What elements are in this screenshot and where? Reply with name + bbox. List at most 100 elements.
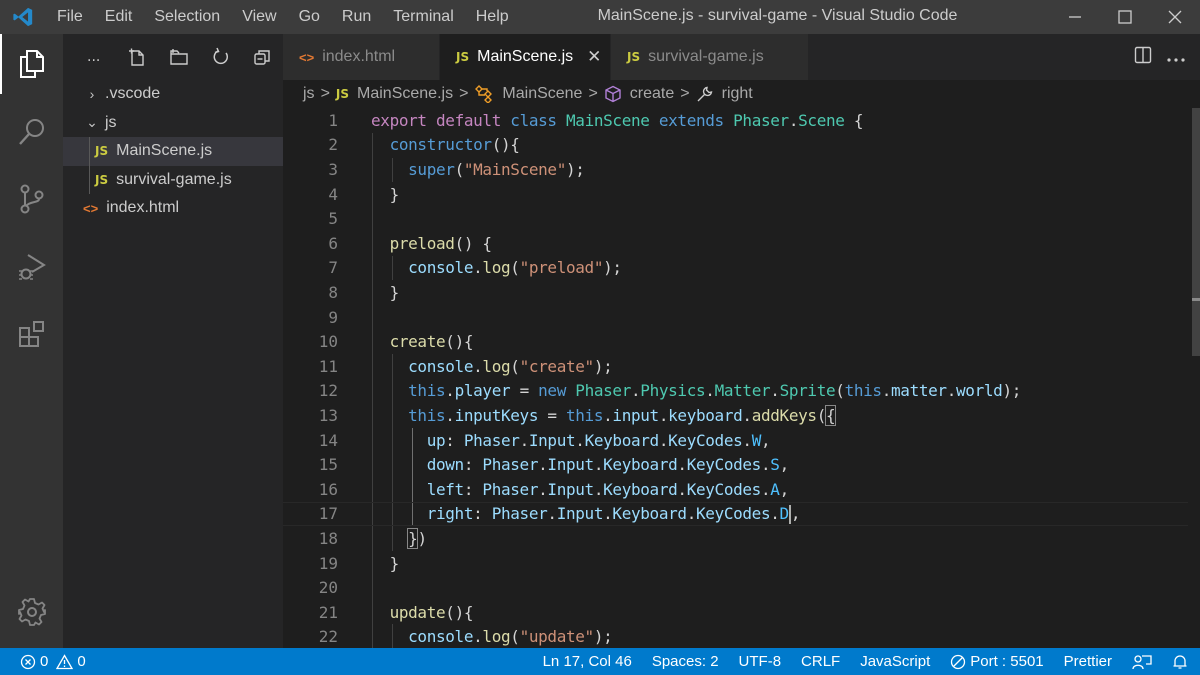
line-number: 3	[328, 159, 338, 179]
tab-survival-game-js[interactable]: JS survival-game.js	[611, 34, 809, 80]
breadcrumb-label: MainScene.js	[357, 85, 454, 102]
extensions-icon	[18, 321, 44, 347]
files-icon	[19, 50, 44, 78]
tree-file-mainscene[interactable]: JS MainScene.js	[63, 137, 283, 166]
menu-run[interactable]: Run	[331, 0, 382, 34]
tree-item-label: .vscode	[105, 85, 161, 103]
menu-file[interactable]: File	[46, 0, 94, 34]
tree-folder-js[interactable]: ⌄ js	[63, 109, 283, 138]
activity-bar	[0, 34, 63, 648]
activity-run-debug[interactable]	[0, 237, 63, 297]
end-of-line[interactable]: CRLF	[791, 653, 850, 670]
tree-item-label: MainScene.js	[116, 142, 213, 160]
line-number: 18	[318, 528, 338, 548]
code-line: 22 console.log("update");	[283, 625, 1188, 650]
live-share-icon	[1132, 654, 1152, 669]
code-editor[interactable]: 1 export default class MainScene extends…	[283, 108, 1200, 648]
tab-label: survival-game.js	[648, 48, 764, 65]
line-number: 4	[328, 184, 338, 204]
line-number: 20	[318, 578, 338, 598]
activity-source-control[interactable]	[0, 169, 63, 229]
code-line: 3 super("MainScene");	[283, 157, 1188, 182]
activity-search[interactable]	[0, 102, 63, 162]
code-line: 9	[283, 305, 1188, 330]
live-share-button[interactable]	[1122, 654, 1162, 670]
method-cube-icon	[604, 85, 622, 103]
refresh-button[interactable]	[200, 42, 242, 72]
js-file-icon: JS	[335, 87, 350, 101]
tree-folder-vscode[interactable]: › .vscode	[63, 80, 283, 109]
tab-label: MainScene.js	[477, 48, 574, 65]
line-number: 2	[328, 135, 338, 155]
breadcrumb-property[interactable]: right	[696, 85, 753, 103]
prettier-formatter[interactable]: Prettier	[1054, 653, 1122, 670]
menu-terminal[interactable]: Terminal	[382, 0, 464, 34]
breadcrumb-file[interactable]: JS MainScene.js	[336, 85, 453, 103]
menu-edit[interactable]: Edit	[94, 0, 144, 34]
status-bar: 0 0 Ln 17, Col 46 Spaces: 2 UTF-8 CRLF J…	[0, 648, 1200, 675]
breadcrumb-separator: >	[588, 85, 598, 102]
warning-icon	[56, 653, 74, 669]
activity-explorer[interactable]	[0, 34, 63, 94]
close-window-button[interactable]	[1150, 0, 1200, 34]
line-number: 12	[318, 381, 338, 401]
code-line: 1 export default class MainScene extends…	[283, 108, 1188, 133]
maximize-button[interactable]	[1100, 0, 1150, 34]
line-number: 7	[328, 258, 338, 278]
activity-settings[interactable]	[0, 582, 63, 642]
menu-view[interactable]: View	[231, 0, 287, 34]
tree-file-index-html[interactable]: <> index.html	[63, 194, 283, 223]
code-line: 7 console.log("preload");	[283, 256, 1188, 281]
tree-file-survival-game[interactable]: JS survival-game.js	[63, 165, 283, 194]
html-file-icon: <>	[299, 49, 315, 65]
live-server-port[interactable]: Port : 5501	[940, 653, 1053, 670]
close-tab-button[interactable]: ✕	[587, 47, 601, 67]
js-file-icon: JS	[95, 144, 109, 159]
new-file-icon	[129, 48, 145, 66]
menu-help[interactable]: Help	[465, 0, 520, 34]
line-number: 10	[318, 332, 338, 352]
collapse-all-button[interactable]	[241, 42, 283, 72]
code-line: 20	[283, 575, 1188, 600]
gear-icon	[17, 598, 46, 626]
indent-guide	[89, 165, 90, 194]
breadcrumb-label: js	[303, 85, 315, 102]
more-actions-button[interactable]	[1166, 48, 1186, 67]
breadcrumb-class[interactable]: MainScene	[474, 85, 582, 103]
wrench-icon	[696, 85, 714, 103]
activity-extensions[interactable]	[0, 304, 63, 364]
tree-item-label: survival-game.js	[116, 170, 232, 188]
collapse-all-icon	[254, 50, 270, 65]
menu-go[interactable]: Go	[288, 0, 331, 34]
problems-indicator[interactable]: 0 0	[0, 653, 86, 670]
warning-count: 0	[77, 653, 86, 670]
encoding[interactable]: UTF-8	[729, 653, 792, 670]
vertical-scrollbar[interactable]	[1190, 108, 1200, 648]
split-editor-icon	[1134, 46, 1152, 64]
minimize-button[interactable]	[1050, 0, 1100, 34]
tab-label: index.html	[322, 48, 396, 65]
line-number: 15	[318, 455, 338, 475]
code-line: 13 this.inputKeys = this.input.keyboard.…	[283, 403, 1188, 428]
run-debug-icon	[18, 254, 46, 280]
new-folder-button[interactable]	[158, 42, 200, 72]
breadcrumb-folder[interactable]: js	[303, 85, 315, 103]
tab-index-html[interactable]: <> index.html	[283, 34, 440, 80]
notifications-button[interactable]	[1162, 654, 1200, 670]
breadcrumb-method[interactable]: create	[604, 85, 674, 103]
cursor-position[interactable]: Ln 17, Col 46	[533, 653, 642, 670]
tab-mainscene-js[interactable]: JS MainScene.js ✕	[440, 34, 611, 80]
port-label: Port : 5501	[970, 653, 1044, 670]
circle-slash-icon	[951, 654, 966, 669]
new-file-button[interactable]	[117, 42, 159, 72]
language-mode[interactable]: JavaScript	[850, 653, 940, 670]
menu-selection[interactable]: Selection	[143, 0, 231, 34]
error-icon	[20, 654, 36, 669]
split-editor-button[interactable]	[1134, 46, 1152, 68]
indentation[interactable]: Spaces: 2	[642, 653, 729, 670]
editor-tabs: <> index.html JS MainScene.js ✕ JS survi…	[283, 34, 1200, 80]
scrollbar-thumb[interactable]	[1192, 108, 1200, 356]
menu-bar: File Edit Selection View Go Run Terminal…	[46, 0, 520, 34]
search-icon	[18, 119, 44, 145]
more-actions-button[interactable]: ...	[87, 49, 117, 65]
